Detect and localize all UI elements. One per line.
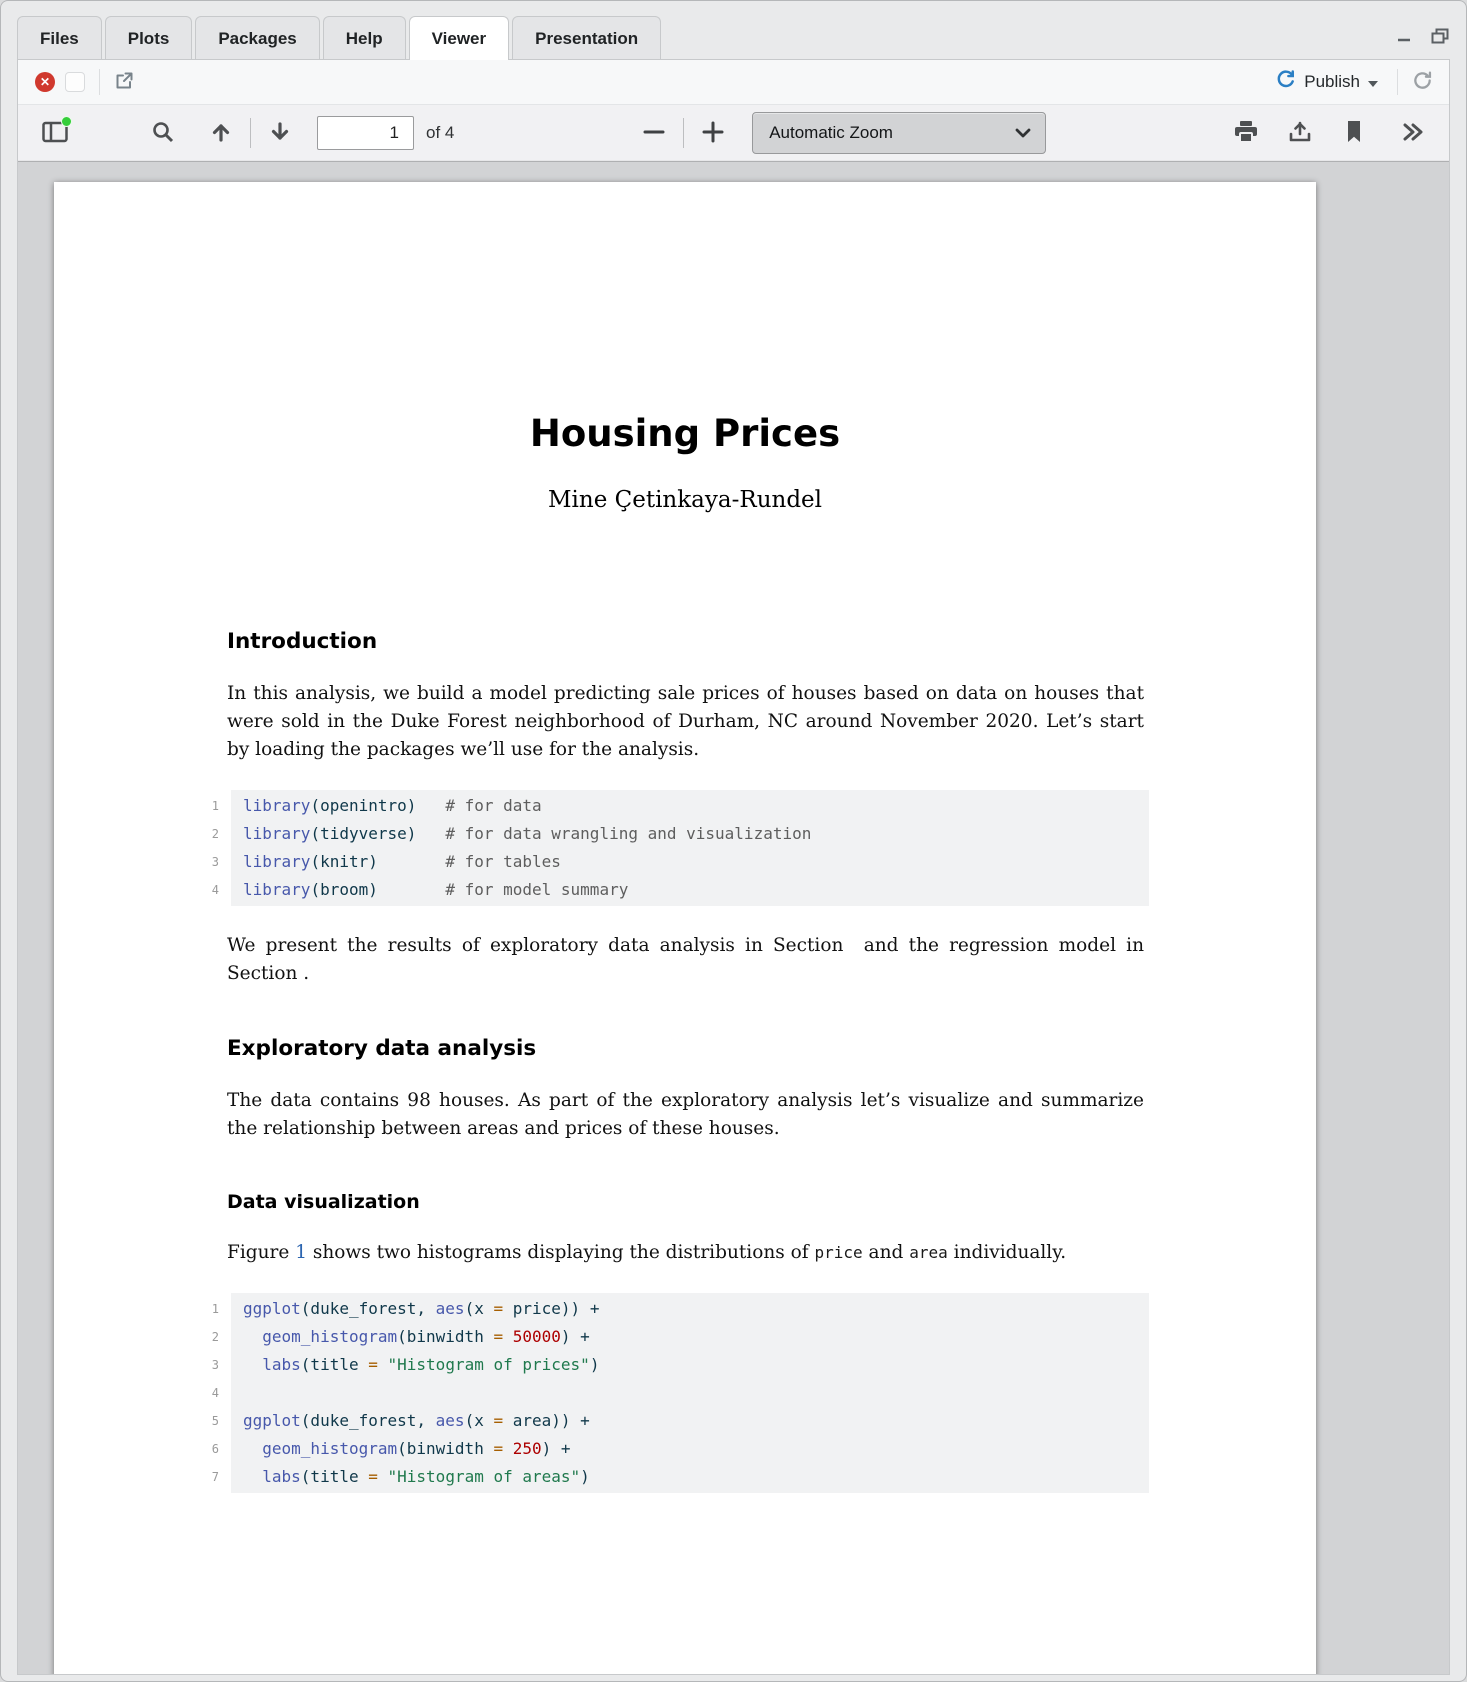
toolbar-divider <box>250 118 251 148</box>
tab-files[interactable]: Files <box>17 16 102 60</box>
bookmark-button[interactable] <box>1333 110 1375 156</box>
text-run: The data contains 98 houses. As part of … <box>227 1090 1144 1139</box>
tab-plots[interactable]: Plots <box>105 16 193 60</box>
pdf-toolbar: of 4 Automatic Zoom <box>18 105 1449 162</box>
toolbar-divider <box>99 69 100 95</box>
text-run: area <box>909 1243 948 1262</box>
text-run: In this analysis, we build a model predi… <box>227 683 1144 760</box>
clear-viewer-icon <box>65 72 85 92</box>
arrow-up-icon <box>209 120 233 147</box>
pane-window-controls <box>1394 27 1450 59</box>
search-icon <box>151 120 175 147</box>
chevron-down-icon <box>1015 123 1031 143</box>
publish-icon <box>1275 69 1296 95</box>
double-chevron-right-icon <box>1400 121 1424 146</box>
text-run: Figure <box>227 1242 295 1263</box>
toolbar-divider <box>1397 69 1398 95</box>
search-button[interactable] <box>142 110 184 156</box>
code-line-numbers: 1234 <box>191 790 231 906</box>
more-tools-button[interactable] <box>1391 110 1433 156</box>
page-number-input[interactable] <box>317 116 414 150</box>
notification-dot <box>61 116 72 127</box>
next-page-button[interactable] <box>259 110 301 156</box>
document-author: Mine Çetinkaya-Rundel <box>54 487 1316 513</box>
code-block: 1234567ggplot(duke_forest, aes(x = price… <box>191 1293 1149 1493</box>
clear-viewer-button[interactable] <box>60 67 90 97</box>
previous-page-button[interactable] <box>200 110 242 156</box>
text-run: price <box>815 1243 863 1262</box>
zoom-select[interactable]: Automatic Zoom <box>752 112 1046 154</box>
code-content: ggplot(duke_forest, aes(x = price)) + ge… <box>231 1293 1149 1493</box>
section-heading: Introduction <box>227 629 1144 654</box>
paragraph: In this analysis, we build a model predi… <box>227 680 1144 764</box>
download-button[interactable] <box>1279 110 1321 156</box>
printer-icon <box>1233 120 1259 147</box>
bookmark-icon <box>1344 120 1364 147</box>
toolbar-divider <box>683 118 684 148</box>
tab-help[interactable]: Help <box>323 16 406 60</box>
download-icon <box>1288 120 1312 147</box>
viewer-toolbar: ✕ Publish <box>18 60 1449 105</box>
zoom-in-button[interactable] <box>692 110 734 156</box>
text-run: shows two histograms displaying the dist… <box>307 1242 815 1263</box>
toggle-sidebar-button[interactable] <box>34 110 76 156</box>
text-run: individually. <box>948 1242 1066 1263</box>
section-heading: Data visualization <box>227 1191 1144 1213</box>
rstudio-viewer-pane: Files Plots Packages Help Viewer Present… <box>0 0 1467 1682</box>
pane-tab-bar: Files Plots Packages Help Viewer Present… <box>1 1 1466 59</box>
paragraph: Figure 1 shows two histograms displaying… <box>227 1239 1144 1267</box>
code-block: 1234library(openintro) # for datalibrary… <box>191 790 1149 906</box>
document-body: Introduction In this analysis, we build a… <box>54 629 1316 1493</box>
tab-viewer[interactable]: Viewer <box>409 16 510 60</box>
publish-caret-icon <box>1368 72 1378 92</box>
arrow-down-icon <box>268 120 292 147</box>
tab-strip: Files Plots Packages Help Viewer Present… <box>17 15 664 59</box>
publish-button[interactable]: Publish <box>1265 65 1388 99</box>
plus-icon <box>700 119 726 148</box>
tab-packages[interactable]: Packages <box>195 16 319 60</box>
popout-icon <box>114 71 134 94</box>
text-run: We present the results of exploratory da… <box>227 935 1144 984</box>
figure-ref-link[interactable]: 1 <box>295 1242 307 1263</box>
pdf-viewer-area[interactable]: Housing Prices Mine Çetinkaya-Rundel Int… <box>18 162 1449 1674</box>
text-run: and <box>863 1242 910 1263</box>
tab-presentation[interactable]: Presentation <box>512 16 661 60</box>
pdf-page: Housing Prices Mine Çetinkaya-Rundel Int… <box>54 182 1316 1674</box>
stop-button[interactable]: ✕ <box>30 67 60 97</box>
minus-icon <box>641 119 667 148</box>
refresh-icon <box>1412 70 1433 94</box>
refresh-button[interactable] <box>1407 67 1437 97</box>
stop-icon: ✕ <box>35 72 55 92</box>
publish-label: Publish <box>1304 72 1360 92</box>
open-in-new-window-button[interactable] <box>109 67 139 97</box>
paragraph: The data contains 98 houses. As part of … <box>227 1087 1144 1143</box>
code-content: library(openintro) # for datalibrary(tid… <box>231 790 1149 906</box>
paragraph: We present the results of exploratory da… <box>227 932 1144 988</box>
viewer-frame: ✕ Publish <box>17 59 1450 1675</box>
document-title: Housing Prices <box>54 412 1316 455</box>
restore-pane-icon[interactable] <box>1430 27 1450 45</box>
minimize-pane-icon[interactable] <box>1394 27 1414 45</box>
section-heading: Exploratory data analysis <box>227 1036 1144 1061</box>
print-button[interactable] <box>1225 110 1267 156</box>
page-count-label: of 4 <box>426 123 454 143</box>
code-line-numbers: 1234567 <box>191 1293 231 1493</box>
zoom-select-label: Automatic Zoom <box>769 123 893 143</box>
zoom-out-button[interactable] <box>633 110 675 156</box>
